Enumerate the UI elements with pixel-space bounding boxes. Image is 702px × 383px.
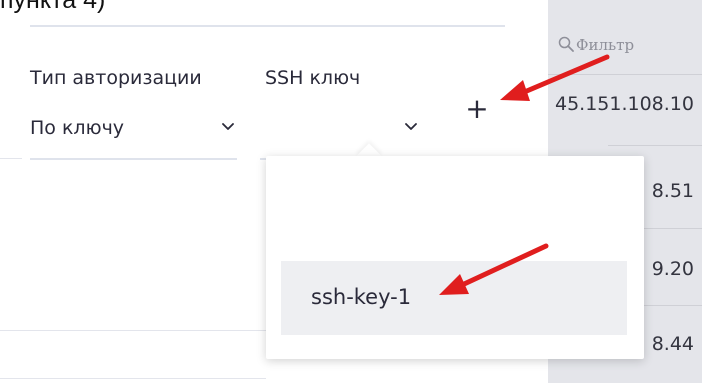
red-arrow (439, 243, 549, 295)
annotation-arrows (439, 54, 610, 295)
red-arrow (500, 54, 610, 101)
screenshot-root: пункта 4) Фильтр 45.151.108.10 8.51 9.20… (0, 0, 702, 383)
